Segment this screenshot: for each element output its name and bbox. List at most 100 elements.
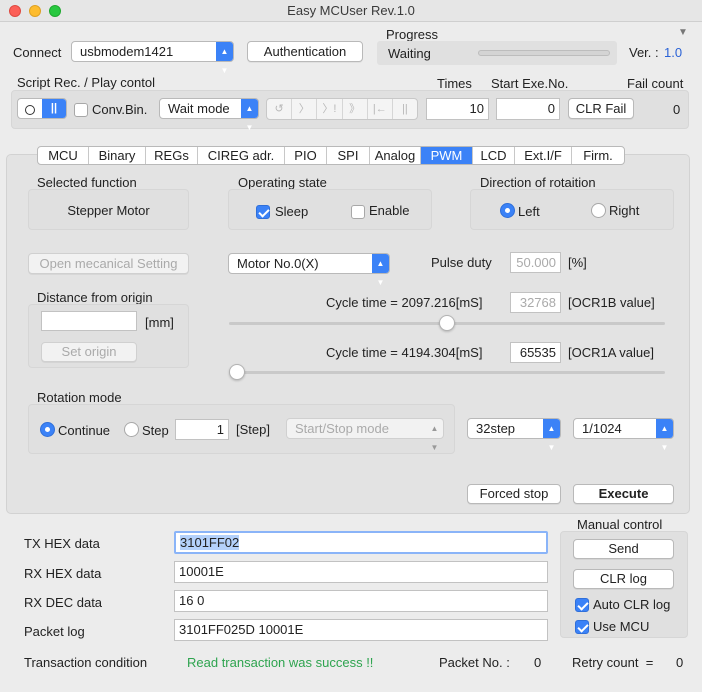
tab-cireg-adr[interactable]: CIREG adr. xyxy=(198,147,285,164)
clr-log-button[interactable]: CLR log xyxy=(573,569,674,589)
auto-clr-log-checkbox[interactable] xyxy=(575,596,589,612)
wait-mode-select[interactable]: Wait mode ▲ ▼ xyxy=(159,98,259,132)
version-label: Ver. : xyxy=(629,45,659,60)
pause-script-icon[interactable]: || xyxy=(393,99,417,119)
ocr1b-input[interactable]: 32768 xyxy=(510,292,561,313)
tab-pio[interactable]: PIO xyxy=(285,147,327,164)
script-nav-toolbar[interactable]: ↺ 〉 〉! 》 |← || xyxy=(266,98,418,120)
cycle-b-slider-knob[interactable] xyxy=(439,315,455,331)
conv-bin-label: Conv.Bin. xyxy=(92,102,148,117)
progress-status: Waiting xyxy=(388,46,431,61)
right-radio[interactable] xyxy=(591,202,606,219)
tab-binary[interactable]: Binary xyxy=(89,147,146,164)
tab-spi[interactable]: SPI xyxy=(327,147,370,164)
packet-no-value: 0 xyxy=(534,655,542,670)
authentication-button[interactable]: Authentication xyxy=(247,41,363,62)
step-radio-icon xyxy=(124,422,139,438)
progress-bar xyxy=(478,50,610,56)
use-mcu-checkbox[interactable] xyxy=(575,618,589,634)
cycle-a-label: Cycle time = 4194.304[mS] xyxy=(326,345,483,360)
times-input[interactable]: 10 xyxy=(426,98,489,120)
left-radio[interactable] xyxy=(500,202,515,219)
step-input[interactable]: 1 xyxy=(175,419,229,440)
skip-start-icon[interactable]: |← xyxy=(368,99,393,119)
ocr1a-label: [OCR1A value] xyxy=(568,345,654,360)
step-radio[interactable] xyxy=(124,421,139,438)
rec-play-segment[interactable]: || xyxy=(17,98,67,119)
retry-count-label: Retry count = xyxy=(572,655,654,670)
disclosure-triangle-icon[interactable]: ▼ xyxy=(678,27,688,38)
start-exe-input[interactable]: 0 xyxy=(496,98,560,120)
divider-select[interactable]: 1/1024 ▲ ▼ xyxy=(573,418,674,452)
tab-ext-i-f[interactable]: Ext.I/F xyxy=(515,147,572,164)
start-stop-mode-select[interactable]: Start/Stop mode ▲ ▼ xyxy=(286,418,444,452)
operating-state-label: Operating state xyxy=(238,175,327,190)
clr-fail-button[interactable]: CLR Fail xyxy=(568,98,634,119)
step-resolution-select[interactable]: 32step ▲ ▼ xyxy=(467,418,561,452)
cycle-b-label: Cycle time = 2097.216[mS] xyxy=(326,295,483,310)
rx-hex-label: RX HEX data xyxy=(24,566,102,581)
port-select[interactable]: usbmodem1421 ▲ ▼ xyxy=(71,41,234,75)
tab-firm[interactable]: Firm. xyxy=(572,147,624,164)
tab-regs[interactable]: REGs xyxy=(146,147,198,164)
manual-control-label: Manual control xyxy=(577,517,663,532)
progress-label: Progress xyxy=(386,27,439,42)
pulse-duty-input[interactable]: 50.000 xyxy=(510,252,561,273)
rx-hex-field[interactable]: 10001E xyxy=(174,561,548,583)
script-label: Script Rec. / Play contol xyxy=(17,75,155,90)
sleep-label: Sleep xyxy=(275,204,309,219)
set-origin-button[interactable]: Set origin xyxy=(41,342,137,362)
transaction-condition-label: Transaction condition xyxy=(24,655,148,670)
pulse-duty-unit: [%] xyxy=(568,255,587,270)
open-mechanical-setting-button[interactable]: Open mecanical Setting xyxy=(28,253,189,274)
enable-checkbox[interactable] xyxy=(351,203,365,219)
pulse-duty-label: Pulse duty xyxy=(431,255,492,270)
selected-function-label: Selected function xyxy=(37,175,137,190)
cycle-a-slider-knob[interactable] xyxy=(229,364,245,380)
right-radio-icon xyxy=(591,203,606,219)
execute-button[interactable]: Execute xyxy=(573,484,674,504)
record-button[interactable] xyxy=(18,99,42,118)
sleep-checkbox[interactable] xyxy=(256,203,270,219)
use-mcu-label: Use MCU xyxy=(593,619,650,634)
refresh-icon[interactable]: ↺ xyxy=(267,99,293,119)
packet-log-field[interactable]: 3101FF025D 10001E xyxy=(174,619,548,641)
chevron-updown-icon: ▲ ▼ xyxy=(430,424,439,452)
wait-mode-value: Wait mode xyxy=(168,101,230,116)
tx-hex-input[interactable]: 3101FF02 xyxy=(174,531,548,554)
right-label: Right xyxy=(609,203,640,218)
left-label: Left xyxy=(518,204,540,219)
distance-input[interactable] xyxy=(41,311,137,331)
continue-radio[interactable] xyxy=(40,421,55,438)
tab-mcu[interactable]: MCU xyxy=(38,147,89,164)
port-value: usbmodem1421 xyxy=(80,44,174,59)
ocr1a-input[interactable]: 65535 xyxy=(510,342,561,363)
continue-label: Continue xyxy=(58,423,111,438)
zoom-window-button[interactable] xyxy=(49,5,61,17)
start-stop-mode-value: Start/Stop mode xyxy=(295,421,389,436)
tab-pwm[interactable]: PWM xyxy=(421,147,473,164)
auto-clr-log-label: Auto CLR log xyxy=(593,597,671,612)
step-forward-icon[interactable]: 〉 xyxy=(292,99,318,119)
send-button[interactable]: Send xyxy=(573,539,674,559)
fast-forward-icon[interactable]: 》 xyxy=(343,99,368,119)
pause-button[interactable]: || xyxy=(42,99,66,118)
motor-select[interactable]: Motor No.0(X) ▲ ▼ xyxy=(228,253,390,287)
conv-bin-checkbox[interactable] xyxy=(74,101,88,117)
packet-log-label: Packet log xyxy=(24,624,85,639)
use-mcu-check-icon xyxy=(575,619,589,634)
cycle-a-slider-track[interactable] xyxy=(229,371,665,374)
close-window-button[interactable] xyxy=(9,5,21,17)
sleep-check-icon xyxy=(256,204,270,219)
forced-stop-button[interactable]: Forced stop xyxy=(467,484,561,504)
tab-lcd[interactable]: LCD xyxy=(473,147,515,164)
minimize-window-button[interactable] xyxy=(29,5,41,17)
version-value: 1.0 xyxy=(664,45,683,60)
tab-analog[interactable]: Analog xyxy=(370,147,421,164)
ocr1b-label: [OCR1B value] xyxy=(568,295,655,310)
title-bar: Easy MCUser Rev.1.0 xyxy=(0,0,702,22)
step-break-icon[interactable]: 〉! xyxy=(317,99,343,119)
fail-count-label: Fail count xyxy=(627,76,684,91)
window-title: Easy MCUser Rev.1.0 xyxy=(287,3,415,18)
rx-dec-field[interactable]: 16 0 xyxy=(174,590,548,612)
